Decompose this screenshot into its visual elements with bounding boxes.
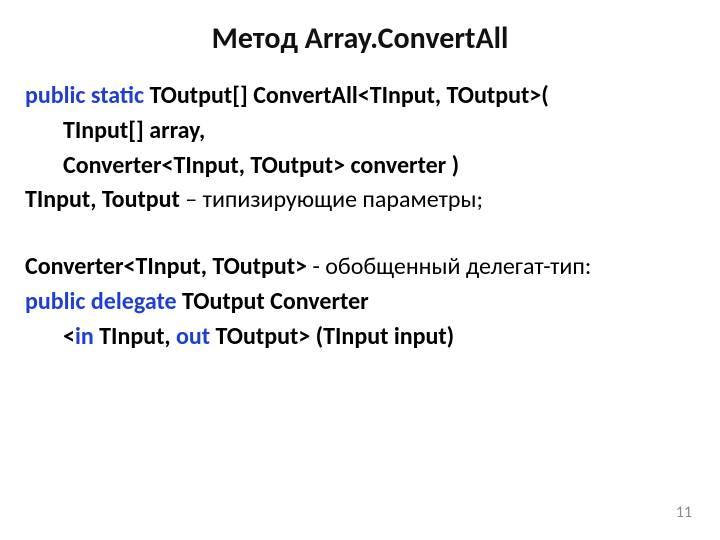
keyword-delegate: delegate (91, 287, 177, 316)
signature-line-1: public static TOutput[] ConvertAll<TInpu… (25, 79, 695, 114)
blank-line (25, 218, 695, 250)
tail-params: TOutput> (TInput input) (210, 322, 454, 351)
angle-open: < (63, 322, 75, 351)
mid-params: TInput, (94, 322, 176, 351)
sig-1-rest: TOutput[] ConvertAll<TInput, TOutput>( (144, 81, 549, 110)
slide-body: public static TOutput[] ConvertAll<TInpu… (25, 79, 695, 355)
desc-line-1: TInput, Toutput – типизирующие параметры… (25, 183, 695, 218)
keyword-in: in (75, 322, 94, 351)
desc-converter: Converter<TInput, TOutput> (25, 252, 307, 281)
delegate-rest: TOutput Converter (177, 287, 369, 316)
page-number: 11 (676, 503, 692, 522)
slide-title: Метод Array.ConvertAll (25, 20, 695, 57)
desc-line-2: Converter<TInput, TOutput> - обобщенный … (25, 250, 695, 285)
desc-converter-rest: - обобщенный делегат-тип: (307, 252, 591, 281)
signature-line-3: Converter<TInput, TOutput> converter ) (25, 149, 695, 184)
desc-types: TInput, Toutput (25, 185, 180, 214)
slide: Метод Array.ConvertAll public static TOu… (0, 0, 720, 540)
delegate-line-2: <in TInput, out TOutput> (TInput input) (25, 320, 695, 355)
keyword-public-static: public static (25, 81, 144, 110)
keyword-out: out (176, 322, 210, 351)
signature-line-2: TInput[] array, (25, 114, 695, 149)
desc-types-rest: – типизирующие параметры; (180, 185, 483, 214)
delegate-line-1: public delegate TOutput Converter (25, 285, 695, 320)
keyword-public: public (25, 287, 85, 316)
